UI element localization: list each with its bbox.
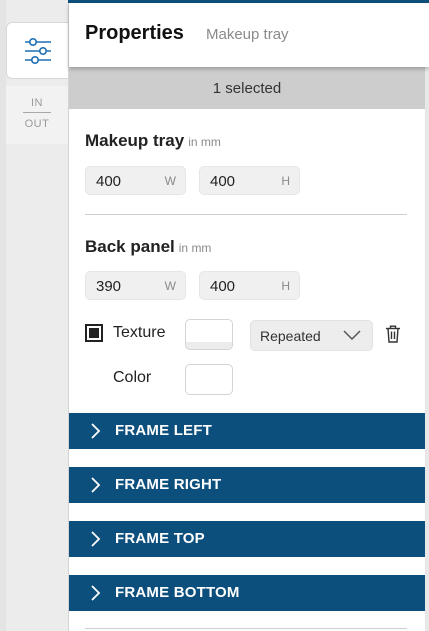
scrollbar[interactable]: [425, 67, 429, 631]
texture-swatch[interactable]: [185, 319, 233, 350]
width-suffix: W: [164, 279, 176, 293]
accordion-label: FRAME TOP: [115, 530, 205, 547]
back-panel-width-value: 390: [96, 278, 122, 295]
width-suffix: W: [164, 174, 176, 188]
makeup-tray-title: Makeup tray: [85, 131, 185, 150]
page-title: Properties: [85, 22, 184, 44]
left-rail: IN OUT: [0, 0, 68, 631]
accordion-label: FRAME LEFT: [115, 422, 212, 439]
frame-top-accordion[interactable]: FRAME TOP: [69, 521, 425, 557]
back-panel-height-value: 400: [210, 278, 236, 295]
properties-panel: Properties Makeup tray 1 selected Makeup…: [68, 3, 429, 631]
in-out-divider: [23, 112, 51, 113]
makeup-tray-width-value: 400: [96, 173, 122, 190]
texture-label: Texture: [113, 324, 166, 341]
chevron-right-icon: [91, 585, 101, 601]
accordion-label: FRAME BOTTOM: [115, 584, 240, 601]
properties-tab[interactable]: [6, 22, 68, 79]
color-label: Color: [113, 369, 152, 386]
selection-status: 1 selected: [69, 67, 425, 109]
makeup-tray-unit: in mm: [188, 135, 221, 149]
height-suffix: H: [281, 279, 290, 293]
color-swatch[interactable]: [185, 364, 233, 395]
texture-checkbox[interactable]: [85, 324, 103, 342]
sliders-icon: [24, 37, 51, 64]
section-divider: [85, 214, 407, 215]
bottom-divider: [85, 628, 407, 629]
makeup-tray-width-field[interactable]: 400 W: [85, 166, 186, 195]
makeup-tray-height-value: 400: [210, 173, 236, 190]
panel-header: Properties Makeup tray: [69, 3, 429, 67]
texture-mode-value: Repeated: [260, 328, 321, 344]
page-subtitle: Makeup tray: [206, 26, 289, 43]
in-label: IN: [31, 97, 43, 109]
in-out-tab[interactable]: IN OUT: [6, 86, 68, 144]
back-panel-section-title: Back panel in mm: [85, 237, 211, 257]
back-panel-height-field[interactable]: 400 H: [199, 271, 300, 300]
selection-count: 1 selected: [212, 79, 282, 97]
height-suffix: H: [281, 174, 290, 188]
chevron-down-icon: [343, 330, 361, 341]
checkbox-check-mark: [89, 328, 99, 338]
makeup-tray-section-title: Makeup tray in mm: [85, 131, 221, 151]
texture-mode-select[interactable]: Repeated: [250, 320, 373, 351]
chevron-right-icon: [91, 423, 101, 439]
accordion-label: FRAME RIGHT: [115, 476, 222, 493]
frame-right-accordion[interactable]: FRAME RIGHT: [69, 467, 425, 503]
chevron-right-icon: [91, 477, 101, 493]
frame-bottom-accordion[interactable]: FRAME BOTTOM: [69, 575, 425, 611]
chevron-right-icon: [91, 531, 101, 547]
out-label: OUT: [24, 118, 50, 130]
back-panel-width-field[interactable]: 390 W: [85, 271, 186, 300]
makeup-tray-height-field[interactable]: 400 H: [199, 166, 300, 195]
trash-icon[interactable]: [385, 325, 401, 343]
frame-left-accordion[interactable]: FRAME LEFT: [69, 413, 425, 449]
back-panel-unit: in mm: [178, 241, 212, 255]
back-panel-title: Back panel: [85, 237, 175, 256]
